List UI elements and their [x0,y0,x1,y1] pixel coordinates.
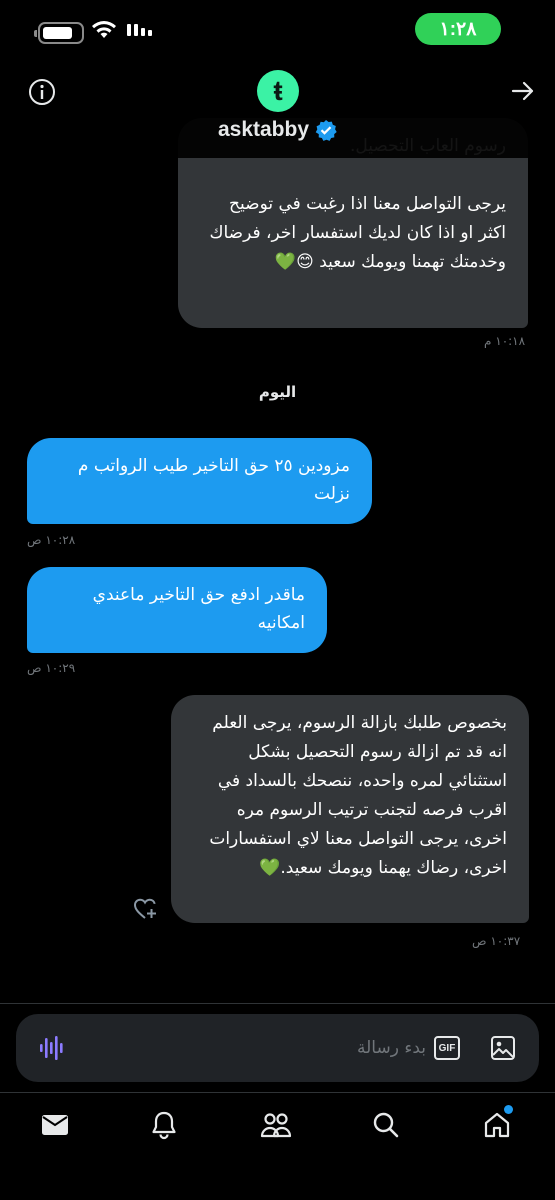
message-bubble-incoming[interactable]: بخصوص طلبك بازالة الرسوم، يرجى العلم انه… [171,695,529,923]
add-reaction-icon[interactable] [133,896,159,922]
nav-home[interactable] [479,1105,515,1143]
nav-search[interactable] [368,1107,404,1143]
nav-messages[interactable] [37,1107,73,1143]
contact-name: asktabby [217,118,310,141]
status-bar: ١:٢٨ [0,0,555,62]
day-separator: اليوم [258,383,297,401]
status-time[interactable]: ١:٢٨ [415,13,501,45]
gif-icon[interactable]: GIF [434,1036,460,1060]
bottom-nav [0,1093,555,1200]
message-input[interactable] [96,1028,426,1068]
message-time: ١٠:٢٨ ص [27,533,76,547]
arrow-right-icon[interactable] [510,78,536,104]
message-time: ١٠:٢٩ ص [27,661,76,675]
conversation-header: ŧ asktabby [0,62,555,158]
search-icon [373,1112,399,1138]
image-icon[interactable] [489,1034,517,1062]
voice-icon[interactable] [38,1034,66,1062]
wifi-icon [92,21,116,38]
nav-communities[interactable] [258,1107,294,1143]
conversation-title[interactable]: asktabby [0,118,555,142]
battery-icon [34,22,84,44]
message-time: ١٠:١٨ م [484,334,526,348]
notification-dot [504,1105,513,1114]
avatar[interactable]: ŧ [257,70,299,112]
divider [0,1003,555,1004]
cellular-signal-icon [127,24,152,36]
message-time: ١٠:٣٧ ص [472,934,521,948]
nav-notifications[interactable] [146,1107,182,1143]
verified-icon [315,120,337,141]
info-icon[interactable] [28,78,56,106]
notifications-icon [152,1111,176,1140]
message-bubble-outgoing[interactable]: ماقدر ادفع حق التاخير ماعندي امكانيه [27,567,327,653]
home-icon [484,1112,510,1138]
message-composer: GIF [16,1014,539,1082]
communities-icon [260,1113,292,1138]
messages-icon [42,1115,68,1135]
message-bubble-outgoing[interactable]: مزودين ٢٥ حق التاخير طيب الرواتب م نزلت [27,438,372,524]
